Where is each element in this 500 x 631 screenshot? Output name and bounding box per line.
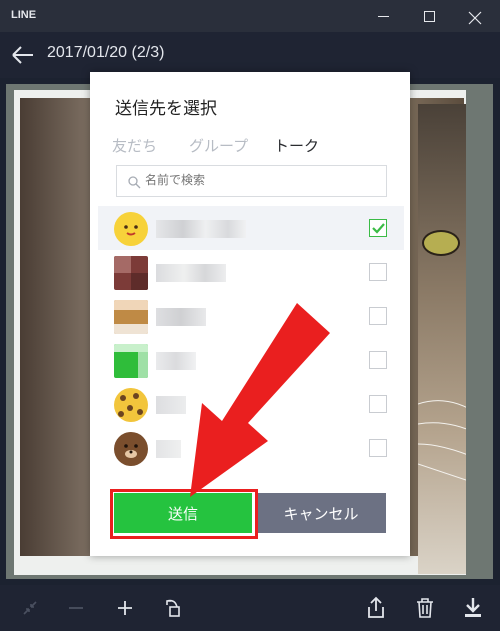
bottom-toolbar [0,585,500,631]
contact-checkbox[interactable] [369,395,387,413]
search-box[interactable] [116,165,387,197]
delete-icon [417,598,433,618]
search-icon [128,176,141,189]
avatar [114,256,148,290]
tab-talk[interactable]: トーク [274,135,319,156]
title-bar: LINE [0,0,500,32]
maximize-icon [424,11,435,22]
shrink-button[interactable] [16,594,44,622]
avatar [114,432,148,466]
share-button[interactable] [362,594,390,622]
contact-name-blurred [156,220,246,238]
contact-name-blurred [156,264,226,282]
zoom-out-button[interactable] [62,594,90,622]
avatar [114,212,148,246]
tab-friends[interactable]: 友だち [112,135,157,156]
minimize-icon [378,16,389,17]
shrink-icon [23,601,37,615]
avatar [114,300,148,334]
close-button[interactable] [452,0,498,32]
minimize-button[interactable] [360,0,406,32]
rotate-button[interactable] [158,594,186,622]
page-title: 2017/01/20 (2/3) [47,44,165,61]
contact-checkbox[interactable] [369,439,387,457]
list-item[interactable] [98,250,404,294]
zoom-in-button[interactable] [111,594,139,622]
cat-eye [422,230,460,256]
annotation-arrow-icon [190,303,330,497]
delete-button[interactable] [411,594,439,622]
back-arrow-icon [12,46,33,64]
maximize-button[interactable] [406,0,452,32]
zoom-out-icon [69,607,83,609]
photo-border-right [466,84,493,579]
contact-checkbox[interactable] [369,307,387,325]
dialog-title: 送信先を選択 [115,99,217,118]
rotate-icon [166,599,180,617]
search-input[interactable] [145,173,375,187]
back-button[interactable] [8,40,40,70]
download-icon [465,598,481,617]
list-item[interactable] [98,206,404,250]
close-icon [468,10,482,25]
download-button[interactable] [459,594,487,622]
zoom-in-icon [118,601,132,615]
share-icon [368,596,384,618]
contact-checkbox[interactable] [369,351,387,369]
app-title: LINE [11,9,37,21]
tab-groups[interactable]: グループ [189,135,248,156]
avatar [114,344,148,378]
contact-checkbox[interactable] [369,263,387,281]
contact-checkbox[interactable] [369,219,387,237]
avatar [114,388,148,422]
